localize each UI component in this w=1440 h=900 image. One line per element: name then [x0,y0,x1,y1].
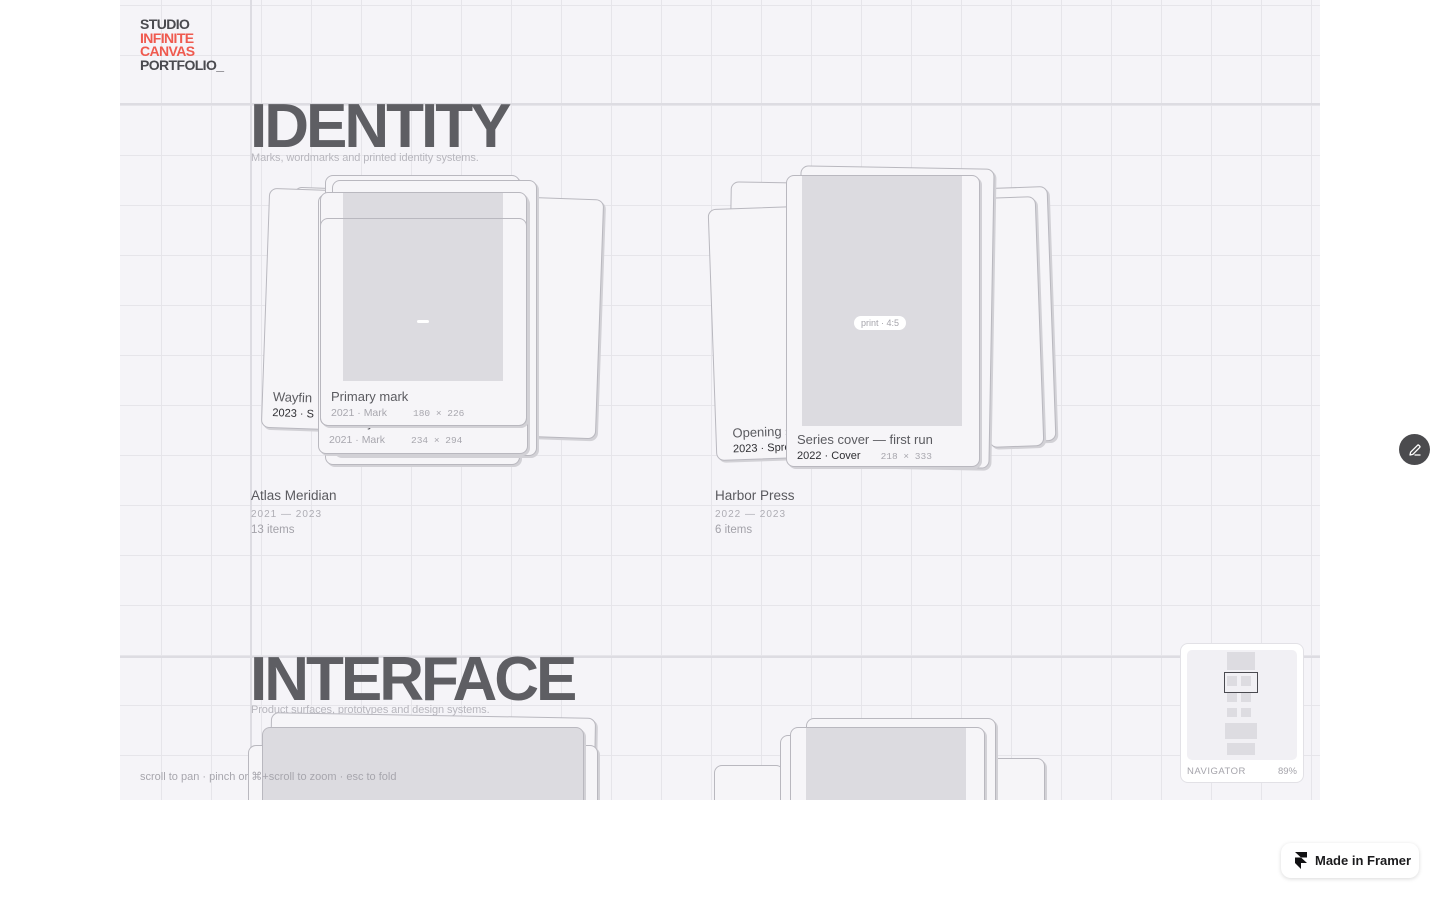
card-thumbnail [802,176,962,426]
minimap-block [1227,743,1255,755]
project-card-front[interactable]: print · 4:5 Series cover — first run 202… [786,175,980,467]
navigator-label: NAVIGATOR [1187,766,1246,777]
minimap-block [1225,723,1257,739]
group-name[interactable]: Atlas Meridian [251,488,337,503]
minimap-block [1227,652,1255,670]
section-title-identity: IDENTITY [250,92,511,161]
project-card[interactable] [790,727,985,800]
minimap-viewport[interactable] [1224,672,1258,693]
section-subtitle-identity: Marks, wordmarks and printed identity sy… [251,152,479,164]
stack-card [714,765,784,800]
minimap-block [1241,692,1251,702]
minimap-canvas[interactable] [1187,650,1297,760]
project-card[interactable] [262,727,584,800]
infinite-canvas[interactable]: STUDIO INFINITE CANVAS PORTFOLIO_ IDENTI… [120,0,1320,800]
studio-logo[interactable]: STUDIO INFINITE CANVAS PORTFOLIO_ [140,17,224,72]
stack-card [320,218,527,426]
zoom-level: 89% [1277,766,1297,777]
navigator-minimap[interactable]: NAVIGATOR 89% [1180,643,1304,783]
edit-button[interactable] [1399,434,1430,465]
minimap-block [1227,708,1237,717]
controls-hint: scroll to pan · pinch or ⌘+scroll to zoo… [140,771,397,783]
group-years: 2021 — 2023 [251,509,323,520]
framer-logo-icon [1295,852,1307,869]
pencil-icon [1408,443,1421,456]
minimap-block [1227,692,1237,702]
group-name[interactable]: Harbor Press [715,488,795,503]
group-years: 2022 — 2023 [715,509,787,520]
section-title-interface: INTERFACE [250,645,577,714]
minimap-block [1241,708,1251,717]
card-thumbnail [806,728,966,800]
group-item-count: 6 items [715,524,753,536]
aspect-badge: print · 4:5 [854,316,907,330]
made-in-framer-badge[interactable]: Made in Framer [1281,843,1419,878]
group-item-count: 13 items [251,524,295,536]
